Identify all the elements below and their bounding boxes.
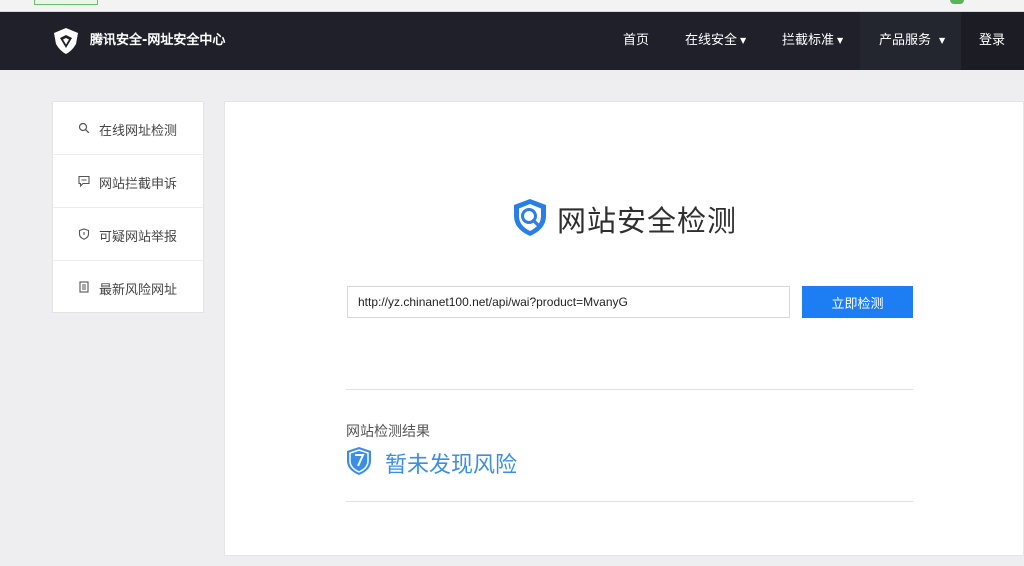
- result-heading: 网站检测结果: [346, 424, 430, 440]
- shield-safe-icon: [347, 447, 371, 475]
- result-status-text: 暂未发现风险: [385, 453, 518, 478]
- sidebar-item-label: 在线网址检测: [99, 124, 178, 139]
- nav-login-label: 登录: [979, 33, 1006, 48]
- nav-online-security[interactable]: 在线安全 ▼: [685, 12, 746, 70]
- sidebar: 在线网址检测 网站拦截申诉 可疑网站举报 最新风险网址: [52, 101, 204, 313]
- sidebar-item-latest-risk-urls[interactable]: 最新风险网址: [53, 261, 203, 314]
- nav-products-label: 产品服务: [879, 33, 932, 48]
- sidebar-item-label: 网站拦截申诉: [99, 177, 178, 192]
- browser-status-indicator: [950, 0, 964, 4]
- nav-products[interactable]: 产品服务 ▼: [879, 12, 945, 70]
- nav-blocking-standards[interactable]: 拦截标准 ▼: [782, 12, 843, 70]
- chat-bubble-icon: [78, 175, 90, 187]
- nav-blocking-standards-label: 拦截标准: [782, 33, 835, 48]
- sidebar-item-report-suspicious[interactable]: 可疑网站举报: [53, 208, 203, 261]
- page-title: 网站安全检测: [557, 204, 738, 238]
- nav-home-label: 首页: [623, 33, 650, 48]
- nav-login[interactable]: 登录: [979, 12, 1005, 70]
- site-title[interactable]: 腾讯安全-网址安全中心: [90, 32, 225, 50]
- chevron-down-icon: ▼: [939, 36, 946, 45]
- chevron-down-icon: ▼: [837, 36, 844, 45]
- sidebar-item-label: 最新风险网址: [99, 283, 178, 298]
- url-input[interactable]: [347, 286, 790, 318]
- browser-tab-strip: [0, 0, 1024, 12]
- top-navigation-bar: 腾讯安全-网址安全中心 首页 在线安全 ▼ 拦截标准 ▼ 产品服务 ▼ 登录: [0, 12, 1024, 70]
- nav-home[interactable]: 首页: [623, 12, 649, 70]
- shield-icon: [78, 228, 90, 240]
- document-list-icon: [79, 281, 89, 293]
- tencent-security-logo-icon[interactable]: [51, 26, 81, 56]
- check-now-button[interactable]: 立即检测: [802, 286, 913, 318]
- chevron-down-icon: ▼: [740, 36, 747, 45]
- sidebar-item-block-appeal[interactable]: 网站拦截申诉: [53, 155, 203, 208]
- divider: [346, 501, 914, 502]
- browser-tab[interactable]: [34, 0, 98, 5]
- divider: [346, 389, 914, 390]
- sidebar-item-online-url-check[interactable]: 在线网址检测: [53, 102, 203, 155]
- search-icon: [78, 122, 90, 134]
- shield-search-icon: [514, 199, 546, 236]
- sidebar-item-label: 可疑网站举报: [99, 230, 178, 245]
- main-panel: 网站安全检测 立即检测 网站检测结果 暂未发现风险: [224, 101, 1024, 556]
- nav-online-security-label: 在线安全: [685, 33, 738, 48]
